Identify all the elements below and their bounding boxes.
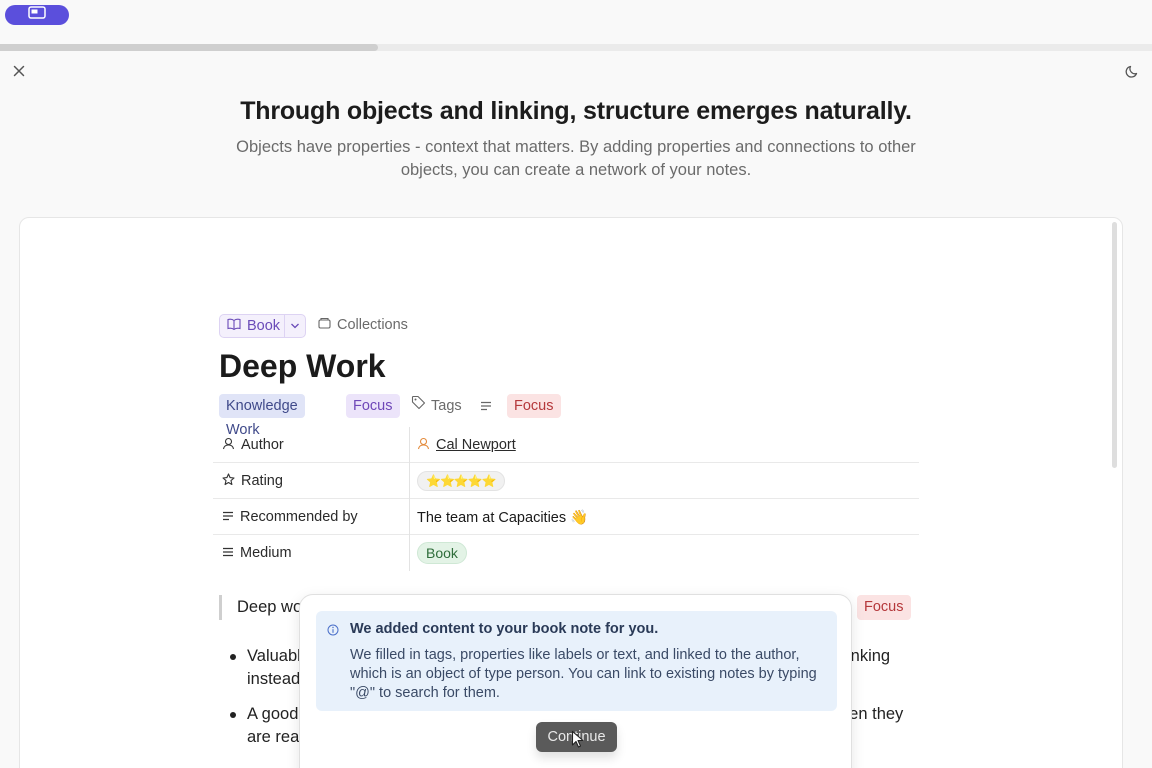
person-icon (417, 437, 430, 454)
page-title: Through objects and linking, structure e… (240, 97, 912, 125)
type-dropdown-button[interactable] (285, 318, 305, 334)
medium-chip[interactable]: Book (417, 542, 467, 564)
progress-fill (0, 44, 378, 51)
property-value[interactable]: ⭐⭐⭐⭐⭐ (417, 463, 919, 499)
property-value[interactable]: Cal Newport (417, 427, 919, 463)
workspace-switcher-button[interactable] (5, 5, 69, 25)
scrollbar[interactable] (1112, 222, 1117, 468)
collections-button[interactable]: Collections (318, 317, 408, 333)
property-row-rating: Rating ⭐⭐⭐⭐⭐ (213, 463, 919, 499)
chevron-down-icon (290, 318, 300, 334)
close-icon[interactable] (11, 63, 27, 79)
property-key: Author (213, 427, 410, 463)
mouse-cursor-icon (571, 730, 585, 748)
rating-value[interactable]: ⭐⭐⭐⭐⭐ (417, 471, 505, 491)
info-icon (327, 623, 339, 641)
book-icon (227, 318, 241, 334)
window-icon (28, 6, 46, 24)
label-chip[interactable]: Focus (857, 595, 911, 620)
author-link[interactable]: Cal Newport (417, 437, 516, 454)
tag-chip[interactable]: Focus (346, 394, 400, 418)
page-subtitle: Objects have properties - context that m… (236, 138, 916, 179)
properties-table: Author Cal Newport Rating ⭐⭐⭐⭐⭐ Recommen… (213, 427, 919, 571)
list-icon (222, 545, 234, 561)
tag-icon (411, 394, 426, 418)
lines-icon (222, 509, 234, 525)
property-key: Medium (213, 535, 410, 571)
property-row-author: Author Cal Newport (213, 427, 919, 463)
tags-label: Tags (431, 398, 462, 414)
object-type-label: Book (247, 318, 281, 334)
person-icon (222, 437, 235, 454)
block-quote[interactable]: Deep wo (219, 595, 302, 620)
label-chip[interactable]: Focus (507, 394, 561, 418)
property-row-medium: Medium Book (213, 535, 919, 571)
property-value[interactable]: Book (417, 535, 919, 571)
lines-icon (480, 394, 492, 418)
property-value[interactable]: The team at Capacities 👋 (417, 499, 919, 535)
collections-label: Collections (337, 317, 408, 333)
info-callout: We added content to your book note for y… (316, 611, 837, 711)
star-icon (222, 472, 235, 490)
add-tags-button[interactable]: Tags (411, 394, 462, 418)
tag-chip[interactable]: Knowledge Work (219, 394, 305, 438)
popup-title: We added content to your book note for y… (350, 621, 659, 637)
onboarding-progress (0, 44, 1152, 51)
collection-icon (318, 317, 331, 333)
moon-icon[interactable] (1125, 63, 1141, 79)
property-key: Rating (213, 463, 410, 499)
property-row-recommended-by: Recommended by The team at Capacities 👋 (213, 499, 919, 535)
popup-body: We filled in tags, properties like label… (350, 647, 817, 701)
property-key: Recommended by (213, 499, 410, 535)
note-title[interactable]: Deep Work (219, 348, 386, 385)
object-type-selector[interactable]: Book (219, 314, 306, 338)
